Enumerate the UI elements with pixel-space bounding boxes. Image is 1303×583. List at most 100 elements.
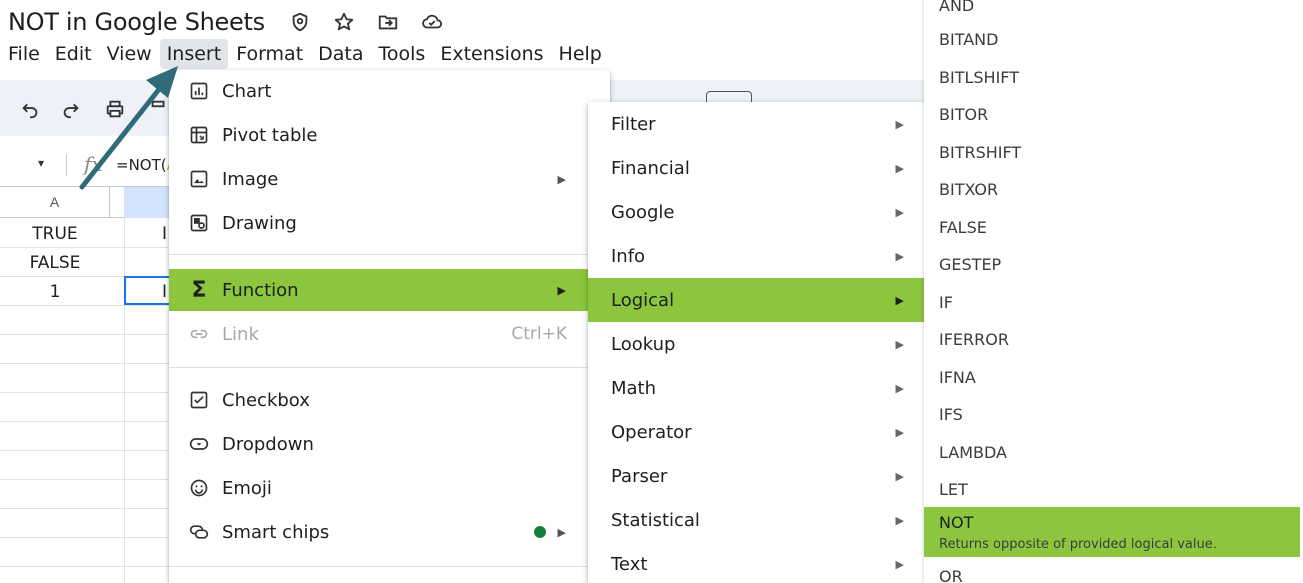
- menu-item-label: Chart: [222, 80, 272, 102]
- formula-input[interactable]: =NOT(A: [116, 156, 177, 174]
- menu-item-label: Function: [222, 279, 299, 301]
- menu-item-label: Math: [611, 377, 657, 399]
- function-category-filter[interactable]: Filter ▶: [588, 102, 924, 146]
- chevron-down-icon[interactable]: ▾: [38, 156, 44, 170]
- submenu-arrow-icon: ▶: [557, 283, 566, 297]
- insert-function-item[interactable]: Σ Function ▶: [169, 269, 610, 311]
- undo-icon[interactable]: [16, 95, 44, 123]
- grid-line: [124, 218, 125, 583]
- function-ifna[interactable]: IFNA: [924, 359, 1303, 396]
- function-bitor[interactable]: BITOR: [924, 96, 1303, 133]
- menu-item-label: Parser: [611, 465, 668, 487]
- function-gestep[interactable]: GESTEP: [924, 246, 1303, 283]
- menu-item-label: OR: [939, 567, 963, 583]
- insert-drawing-item[interactable]: Drawing: [169, 202, 610, 244]
- menu-separator: [169, 566, 610, 567]
- submenu-arrow-icon: ▶: [895, 249, 904, 263]
- shield-icon[interactable]: [278, 8, 322, 36]
- insert-chart-item[interactable]: Chart: [169, 70, 610, 112]
- function-or[interactable]: OR: [924, 558, 1303, 583]
- cloud-saved-icon[interactable]: [410, 8, 454, 36]
- grid-line: [0, 421, 170, 422]
- grid-line: [0, 305, 170, 306]
- pivot-table-icon: [187, 123, 211, 147]
- submenu-arrow-icon: ▶: [557, 172, 566, 186]
- function-category-parser[interactable]: Parser ▶: [588, 454, 924, 498]
- star-icon[interactable]: [322, 8, 366, 36]
- grid-line: [0, 392, 170, 393]
- function-bitrshift[interactable]: BITRSHIFT: [924, 134, 1303, 171]
- insert-image-item[interactable]: Image ▶: [169, 158, 610, 200]
- menu-item-label: Filter: [611, 113, 656, 135]
- function-category-logical[interactable]: Logical ▶: [588, 278, 924, 322]
- function-category-statistical[interactable]: Statistical ▶: [588, 498, 924, 542]
- submenu-arrow-icon: ▶: [895, 425, 904, 439]
- menu-item-label: Logical: [611, 289, 675, 311]
- menu-insert[interactable]: Insert: [159, 39, 229, 69]
- menu-help[interactable]: Help: [552, 39, 609, 69]
- column-header-a[interactable]: A: [0, 187, 110, 218]
- function-false[interactable]: FALSE: [924, 209, 1303, 246]
- function-bitxor[interactable]: BITXOR: [924, 171, 1303, 208]
- function-ifs[interactable]: IFS: [924, 396, 1303, 433]
- print-icon[interactable]: [101, 95, 129, 123]
- submenu-arrow-icon: ▶: [895, 161, 904, 175]
- link-icon: [187, 322, 211, 346]
- insert-emoji-item[interactable]: Emoji: [169, 467, 610, 509]
- menu-file[interactable]: File: [0, 39, 47, 69]
- menu-item-label: Image: [222, 168, 279, 190]
- dropdown-icon: [187, 432, 211, 456]
- insert-dropdown-item[interactable]: Dropdown: [169, 423, 610, 465]
- smart-chips-icon: [187, 520, 211, 544]
- insert-checkbox-item[interactable]: Checkbox: [169, 379, 610, 421]
- column-header-b[interactable]: [124, 187, 174, 218]
- function-category-info[interactable]: Info ▶: [588, 234, 924, 278]
- function-iferror[interactable]: IFERROR: [924, 321, 1303, 358]
- menu-format[interactable]: Format: [229, 39, 310, 69]
- function-bitand[interactable]: BITAND: [924, 21, 1303, 58]
- insert-menu: Chart Pivot table Image ▶ Drawing Σ Func…: [169, 70, 610, 583]
- move-to-folder-icon[interactable]: [366, 8, 410, 36]
- menu-extensions[interactable]: Extensions: [433, 39, 550, 69]
- menu-item-label: Drawing: [222, 212, 297, 234]
- cell-a3[interactable]: 1: [0, 282, 110, 302]
- menu-edit[interactable]: Edit: [48, 39, 99, 69]
- function-category-financial[interactable]: Financial ▶: [588, 146, 924, 190]
- menu-view[interactable]: View: [100, 39, 159, 69]
- redo-icon[interactable]: [57, 95, 85, 123]
- insert-link-item[interactable]: Link Ctrl+K: [169, 313, 610, 355]
- document-title[interactable]: NOT in Google Sheets: [8, 8, 265, 36]
- grid-line: [0, 508, 170, 509]
- function-category-lookup[interactable]: Lookup ▶: [588, 322, 924, 366]
- submenu-arrow-icon: ▶: [557, 525, 566, 539]
- grid-line: [0, 334, 170, 335]
- menu-item-label: BITXOR: [939, 180, 999, 199]
- menu-item-label: IFNA: [939, 368, 976, 387]
- cell-a1[interactable]: TRUE: [0, 224, 110, 244]
- function-submenu: Filter ▶ Financial ▶ Google ▶ Info ▶ Logical…: [588, 102, 924, 583]
- menu-item-label: BITAND: [939, 30, 999, 49]
- function-not[interactable]: NOT Returns opposite of provided logical…: [924, 507, 1300, 557]
- cell-a2[interactable]: FALSE: [0, 253, 110, 273]
- menu-item-label: IF: [939, 293, 953, 312]
- insert-smart-chips-item[interactable]: Smart chips ▶: [169, 511, 610, 553]
- menu-item-label: Operator: [611, 421, 692, 443]
- function-if[interactable]: IF: [924, 284, 1303, 321]
- insert-pivot-table-item[interactable]: Pivot table: [169, 114, 610, 156]
- function-category-text[interactable]: Text ▶: [588, 542, 924, 583]
- grid-line: [0, 247, 170, 248]
- menu-item-label: Statistical: [611, 509, 700, 531]
- function-bitlshift[interactable]: BITLSHIFT: [924, 59, 1303, 96]
- function-lambda[interactable]: LAMBDA: [924, 434, 1303, 471]
- grid-line: [0, 450, 170, 451]
- menu-data[interactable]: Data: [311, 39, 370, 69]
- function-category-operator[interactable]: Operator ▶: [588, 410, 924, 454]
- function-category-google[interactable]: Google ▶: [588, 190, 924, 234]
- grid-line: [0, 537, 170, 538]
- drawing-icon: [187, 211, 211, 235]
- function-category-math[interactable]: Math ▶: [588, 366, 924, 410]
- function-let[interactable]: LET: [924, 471, 1303, 508]
- menu-item-label: Link: [222, 323, 259, 345]
- selected-cell[interactable]: [124, 276, 174, 305]
- menu-tools[interactable]: Tools: [372, 39, 433, 69]
